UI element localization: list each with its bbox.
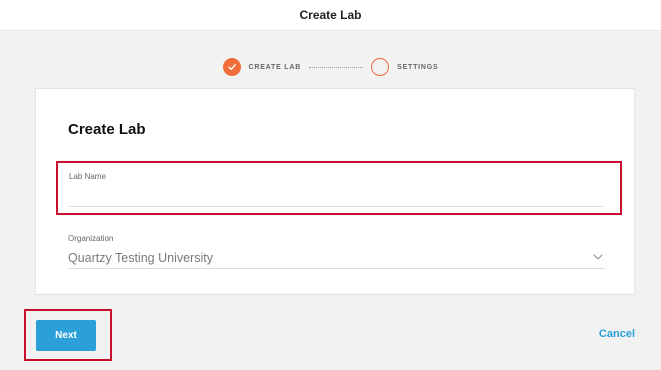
lab-name-underline <box>69 206 604 207</box>
organization-value: Quartzy Testing University <box>68 251 213 265</box>
step-pending-indicator <box>371 58 390 76</box>
top-bar: Create Lab <box>0 0 661 31</box>
chevron-down-icon <box>593 254 603 260</box>
create-lab-card: Create Lab Lab Name Organization Quartzy… <box>35 88 635 295</box>
stepper: CREATE LAB SETTINGS <box>0 56 661 78</box>
card-title: Create Lab <box>68 121 146 138</box>
next-button[interactable]: Next <box>36 320 96 351</box>
organization-select[interactable]: Quartzy Testing University <box>68 248 605 269</box>
lab-name-field: Lab Name <box>56 161 622 215</box>
step-label-create-lab: CREATE LAB <box>248 63 302 71</box>
check-icon <box>227 64 236 70</box>
step-label-settings: SETTINGS <box>397 63 439 71</box>
cancel-link[interactable]: Cancel <box>599 328 635 340</box>
step-create-lab: CREATE LAB <box>222 58 302 76</box>
organization-label: Organization <box>68 234 114 243</box>
lab-name-input[interactable] <box>69 185 604 203</box>
lab-name-label: Lab Name <box>69 172 106 181</box>
step-completed-indicator <box>222 58 241 76</box>
organization-field: Organization Quartzy Testing University <box>68 234 605 270</box>
step-connector <box>309 66 364 68</box>
page-title: Create Lab <box>299 8 362 22</box>
step-settings: SETTINGS <box>371 58 438 76</box>
